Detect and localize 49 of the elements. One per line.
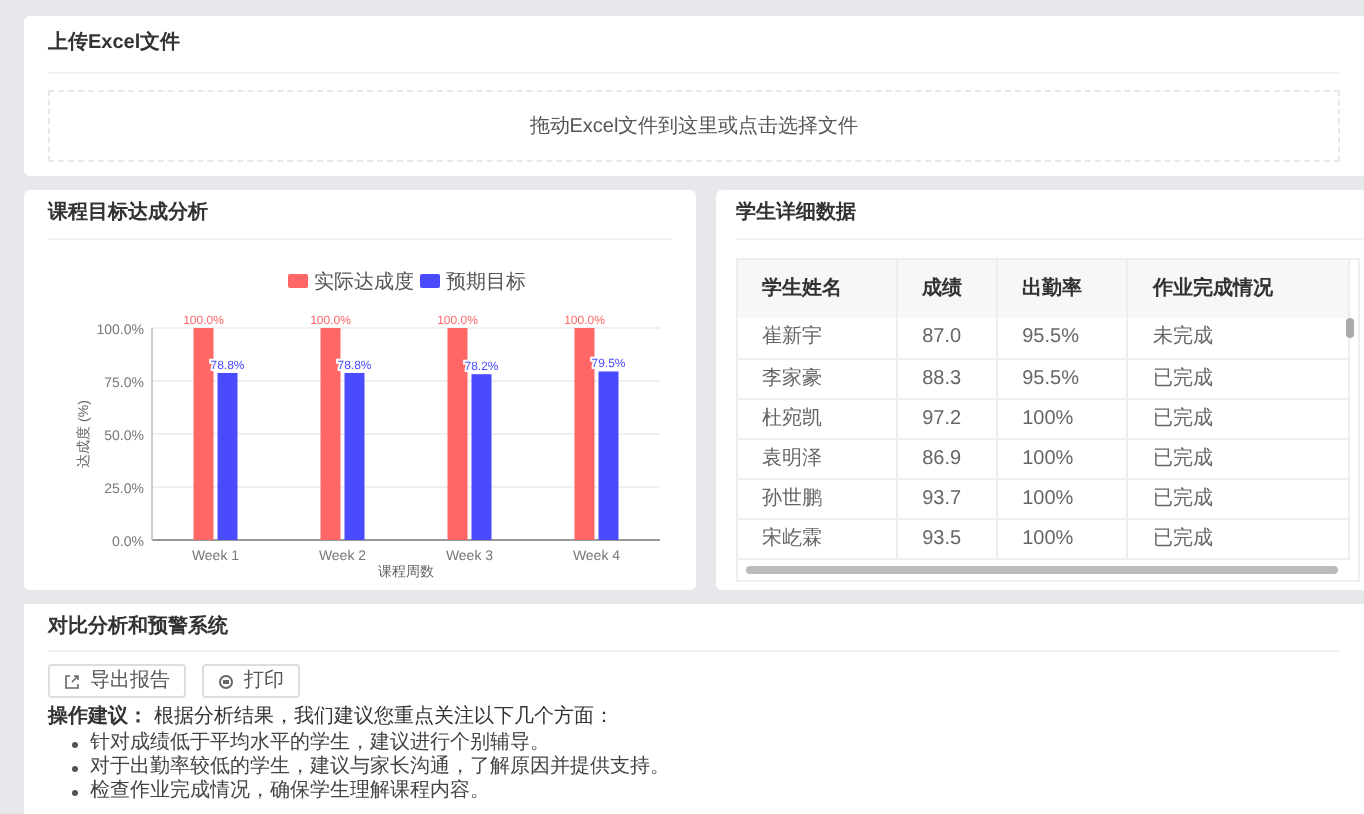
legend-item[interactable]: 预期目标 — [420, 272, 526, 294]
advice-item: 检查作业完成情况，确保学生理解课程内容。 — [90, 780, 490, 804]
table-cell: 袁明泽 — [762, 447, 822, 469]
bullet-icon — [72, 765, 78, 771]
export-button[interactable]: 导出报告 — [48, 664, 186, 698]
card-title: 课程目标达成分析 — [48, 202, 210, 226]
table-cell: 已完成 — [1152, 447, 1213, 469]
table-cell: 93.7 — [922, 487, 962, 509]
card-title: 对比分析和预警系统 — [48, 616, 230, 640]
table-cell: 93.5 — [922, 527, 962, 549]
table-cell: 100% — [1022, 447, 1074, 469]
legend-label: 实际达成度 — [314, 270, 414, 294]
table-cell: 孙世鹏 — [762, 487, 822, 509]
file-dropzone[interactable]: 拖动Excel文件到这里或点击选择文件 — [48, 90, 1340, 162]
table-cell: 95.5% — [1022, 326, 1079, 349]
table-cell: 已完成 — [1152, 487, 1213, 509]
table-cell: 88.3 — [922, 367, 962, 389]
advice-text: 操作建议： 根据分析结果，我们建议您重点关注以下几个方面： — [48, 706, 616, 730]
table-cell: 86.9 — [922, 447, 962, 469]
table-cell: 已完成 — [1152, 367, 1213, 389]
advice-item: 对于出勤率较低的学生，建议与家长沟通，了解原因并提供支持。 — [90, 756, 670, 779]
table-cell: 宋屹霖 — [762, 527, 822, 549]
table-cell: 97.2 — [922, 407, 962, 429]
table-cell: 未完成 — [1152, 326, 1213, 349]
column-header: 作业完成情况 — [1127, 260, 1349, 318]
table-cell: 87.0 — [922, 326, 962, 349]
table-cell: 100% — [1022, 487, 1074, 509]
bullet-icon — [72, 741, 78, 747]
legend-item[interactable]: 实际达成度 — [288, 272, 414, 294]
vertical-scrollbar[interactable] — [1346, 318, 1354, 338]
table-cell: 杜宛凯 — [762, 407, 822, 429]
table-cell: 已完成 — [1152, 527, 1213, 549]
table-cell: 95.5% — [1022, 367, 1079, 389]
table-cell: 李家豪 — [762, 367, 822, 389]
table-cell: 100% — [1022, 407, 1074, 429]
table-cell: 100% — [1022, 527, 1074, 549]
bullet-icon — [72, 789, 78, 795]
legend-label: 预期目标 — [446, 270, 526, 294]
column-header: 学生姓名 — [738, 260, 898, 318]
table-cell: 崔新宇 — [762, 326, 822, 349]
card-title: 上传Excel文件 — [48, 32, 183, 56]
export-icon — [64, 673, 80, 689]
column-header: 出勤率 — [997, 260, 1128, 318]
table-cell: 已完成 — [1152, 407, 1213, 429]
card-title: 学生详细数据 — [736, 202, 858, 226]
print-button[interactable]: 打印 — [202, 664, 300, 698]
advice-item: 针对成绩低于平均水平的学生，建议进行个别辅导。 — [90, 732, 550, 755]
horizontal-scrollbar[interactable] — [746, 566, 1338, 574]
column-header: 成绩 — [897, 260, 998, 318]
